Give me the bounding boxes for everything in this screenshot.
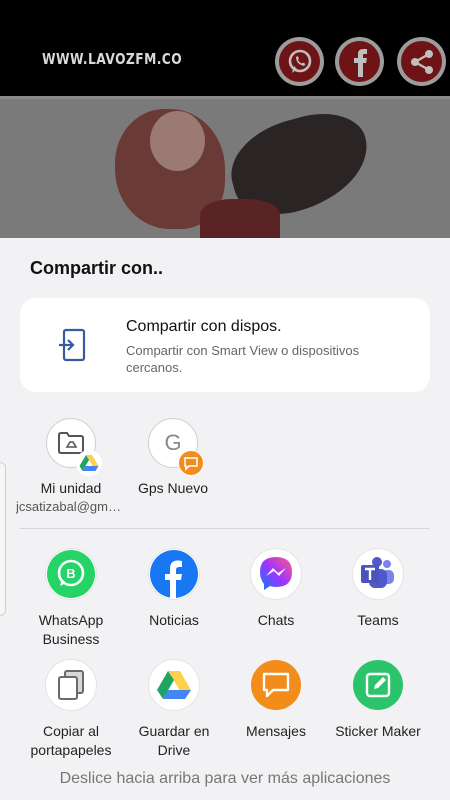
svg-text:B: B <box>66 566 75 581</box>
site-label: WWW.LAVOZFM.CO <box>42 50 183 68</box>
copy-icon <box>58 670 84 700</box>
message-icon <box>179 451 203 475</box>
messages-icon <box>262 672 290 698</box>
teams-icon-wrap <box>353 549 403 599</box>
app-label: Guardar en Drive <box>138 723 210 758</box>
app-label: Noticias <box>149 612 199 628</box>
app-label: WhatsApp Business <box>38 612 104 647</box>
contact-badge <box>178 450 204 476</box>
messages-icon-wrap <box>251 660 301 710</box>
contact-badge <box>76 450 102 476</box>
share-sheet: Compartir con.. Compartir con dispos. Co… <box>0 238 450 800</box>
share-icon <box>410 49 433 74</box>
section-divider <box>20 528 430 529</box>
nearby-share-icon <box>59 328 86 362</box>
share-button[interactable] <box>397 37 446 86</box>
facebook-icon <box>353 48 367 77</box>
teams-icon <box>361 557 394 588</box>
sticker-maker-icon <box>365 672 391 698</box>
nearby-share-title: Compartir con dispos. <box>126 318 282 335</box>
facebook-share-button[interactable] <box>335 37 384 86</box>
app-label: Sticker Maker <box>335 723 421 739</box>
whatsapp-icon <box>288 49 311 73</box>
app-label: Teams <box>357 612 399 628</box>
edge-panel-handle[interactable] <box>0 462 6 616</box>
copy-icon-wrap <box>46 660 96 710</box>
share-sheet-title: Compartir con.. <box>30 258 164 278</box>
nearby-share-subtitle: Compartir con Smart View o dispositivos … <box>126 343 360 375</box>
whatsapp-share-button[interactable] <box>275 37 324 86</box>
app-label: Copiar al portapapeles <box>30 723 112 758</box>
contact-name: Mi unidad <box>40 480 102 496</box>
swipe-up-hint: Deslice hacia arriba para ver más aplica… <box>59 770 391 787</box>
app-header: WWW.LAVOZFM.CO <box>0 0 450 97</box>
contact-account: jcsatizabal@gmail.com <box>16 499 126 514</box>
whatsapp-business-icon: B <box>47 550 95 598</box>
app-label: Chats <box>257 612 295 628</box>
nearby-share-card[interactable]: Compartir con dispos. Compartir con Smar… <box>20 298 430 392</box>
messenger-icon <box>260 557 292 590</box>
google-drive-icon-wrap <box>149 660 199 710</box>
hero-image <box>0 99 450 238</box>
sticker-maker-icon-wrap <box>353 660 403 710</box>
facebook-icon <box>150 550 198 598</box>
folder-drive-icon <box>58 432 84 454</box>
app-label: Mensajes <box>246 723 306 739</box>
google-drive-icon <box>79 455 99 471</box>
google-drive-icon <box>157 671 191 699</box>
facebook-icon-wrap <box>149 549 199 599</box>
messenger-icon-wrap <box>251 549 301 599</box>
whatsapp-business-icon-wrap: B <box>46 549 96 599</box>
contact-name: Gps Nuevo <box>137 480 209 496</box>
